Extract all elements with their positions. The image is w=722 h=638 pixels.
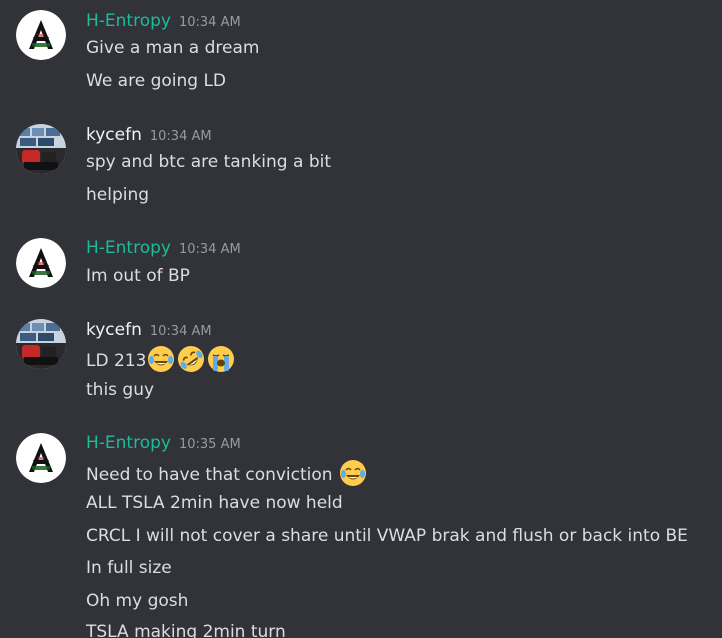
message-text-with-emoji: LD 213 bbox=[86, 345, 236, 373]
avatar[interactable] bbox=[16, 238, 66, 288]
message-header: kycefn 10:34 AM bbox=[86, 124, 212, 146]
avatar[interactable] bbox=[16, 10, 66, 60]
message-text: helping bbox=[86, 185, 150, 205]
face-with-tears-of-joy-icon[interactable] bbox=[339, 459, 367, 487]
username[interactable]: kycefn bbox=[86, 320, 142, 340]
message-text: Im out of BP bbox=[86, 266, 190, 286]
username[interactable]: H-Entropy bbox=[86, 11, 171, 31]
message-text: Oh my gosh bbox=[86, 591, 189, 611]
message-text: TSLA making 2min turn bbox=[86, 622, 286, 638]
timestamp: 10:34 AM bbox=[178, 242, 241, 257]
chat-message-list[interactable]: H-Entropy 10:34 AM Give a man a dream We … bbox=[0, 0, 722, 638]
avatar[interactable] bbox=[16, 433, 66, 483]
timestamp: 10:35 AM bbox=[178, 437, 241, 452]
username[interactable]: H-Entropy bbox=[86, 238, 171, 258]
message-text: We are going LD bbox=[86, 71, 227, 91]
message-text: ALL TSLA 2min have now held bbox=[86, 493, 343, 513]
username[interactable]: kycefn bbox=[86, 125, 142, 145]
rolling-on-floor-laughing-icon[interactable] bbox=[177, 345, 205, 373]
message-text: Need to have that conviction bbox=[86, 465, 333, 485]
avatar[interactable] bbox=[16, 124, 66, 174]
message-text: In full size bbox=[86, 558, 172, 578]
message-text: Give a man a dream bbox=[86, 38, 260, 58]
message-text: CRCL I will not cover a share until VWAP… bbox=[86, 526, 688, 546]
entropy-logo-icon bbox=[16, 238, 66, 288]
entropy-logo-icon bbox=[16, 10, 66, 60]
user-photo-avatar bbox=[16, 124, 66, 174]
message-header: H-Entropy 10:35 AM bbox=[86, 432, 241, 454]
timestamp: 10:34 AM bbox=[149, 324, 212, 339]
message-header: kycefn 10:34 AM bbox=[86, 319, 212, 341]
face-with-tears-of-joy-icon[interactable] bbox=[147, 345, 175, 373]
message-header: H-Entropy 10:34 AM bbox=[86, 237, 241, 259]
avatar[interactable] bbox=[16, 319, 66, 369]
message-text: spy and btc are tanking a bit bbox=[86, 152, 331, 172]
message-text-with-emoji: Need to have that conviction bbox=[86, 459, 368, 487]
timestamp: 10:34 AM bbox=[149, 129, 212, 144]
timestamp: 10:34 AM bbox=[178, 15, 241, 30]
user-photo-avatar bbox=[16, 319, 66, 369]
entropy-logo-icon bbox=[16, 433, 66, 483]
username[interactable]: H-Entropy bbox=[86, 433, 171, 453]
message-text: LD 213 bbox=[86, 351, 147, 371]
message-header: H-Entropy 10:34 AM bbox=[86, 10, 241, 32]
loudly-crying-face-icon[interactable] bbox=[207, 345, 235, 373]
message-text: this guy bbox=[86, 380, 155, 400]
